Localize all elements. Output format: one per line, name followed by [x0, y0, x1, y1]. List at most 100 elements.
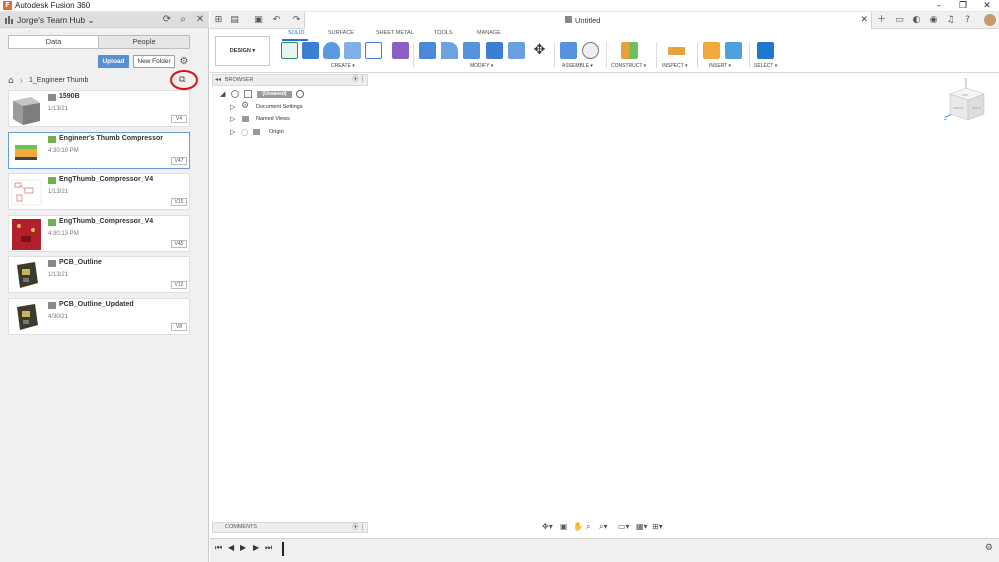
create-sketch-icon[interactable] — [281, 42, 298, 59]
display-settings-icon[interactable]: ▭▾ — [618, 521, 630, 533]
select-group-label[interactable]: SELECT ▾ — [754, 63, 777, 69]
tab-people[interactable]: People — [99, 36, 189, 48]
upload-button[interactable]: Upload — [98, 55, 129, 68]
breadcrumb-folder[interactable]: 1_Engineer Thumb — [29, 75, 88, 87]
close-window-button[interactable]: ✕ — [975, 0, 999, 12]
pan-hand-icon[interactable]: ✋ — [573, 521, 583, 533]
expand-triangle-icon[interactable]: ◢ — [220, 88, 225, 100]
redo-icon[interactable]: ↷ — [290, 14, 303, 27]
file-card[interactable]: 1590B 1/13/21 V4 — [8, 90, 190, 127]
expand-triangle-icon[interactable]: ▷ — [230, 126, 235, 138]
insert-derive-icon[interactable] — [703, 42, 720, 59]
close-panel-icon[interactable]: ✕ — [193, 13, 207, 27]
loft-icon[interactable] — [365, 42, 382, 59]
viewports-icon[interactable]: ⊞▾ — [652, 521, 663, 533]
joint-icon[interactable] — [582, 42, 599, 59]
tab-manage[interactable]: MANAGE — [477, 30, 501, 36]
insert-group-label[interactable]: INSERT ▾ — [709, 63, 731, 69]
tree-item-named-views[interactable]: ▷ Named Views — [218, 113, 368, 126]
new-tab-icon[interactable]: ＋ — [875, 14, 888, 27]
online-status-icon[interactable]: ◉ — [927, 14, 940, 27]
file-card[interactable]: EngThumb_Compressor_V4 1/13/21 V15 — [8, 173, 190, 211]
undo-icon[interactable]: ↶ — [270, 14, 283, 27]
comments-options-icon[interactable]: ⦿ ┆ — [352, 523, 364, 532]
minimize-button[interactable]: – — [927, 0, 951, 12]
step-forward-icon[interactable]: ▶ — [253, 543, 259, 552]
hidden-eye-icon[interactable] — [241, 128, 248, 136]
go-to-start-icon[interactable]: ⏮ — [215, 543, 222, 553]
timeline-marker[interactable] — [282, 542, 284, 556]
file-card[interactable]: Engineer's Thumb Compressor 4:30:19 PM V… — [8, 131, 190, 169]
go-to-end-icon[interactable]: ⏭ — [265, 543, 272, 553]
home-icon[interactable]: ⌂ — [8, 76, 14, 86]
file-menu-icon[interactable]: ▤ — [228, 14, 241, 27]
sweep-icon[interactable] — [344, 42, 361, 59]
extensions-icon[interactable]: ▭ — [893, 14, 906, 27]
view-cube[interactable]: Y Z TOP FRONT RIGHT — [944, 78, 989, 128]
version-badge[interactable]: V8 — [171, 322, 187, 331]
version-badge[interactable]: V15 — [171, 198, 187, 207]
search-icon[interactable]: ⌕ — [176, 13, 190, 27]
file-card[interactable]: EngThumb_Compressor_V4 4:30:13 PM V45 — [8, 214, 190, 252]
user-avatar[interactable] — [984, 14, 996, 26]
expand-triangle-icon[interactable]: ▷ — [230, 113, 235, 125]
apps-grid-icon[interactable]: ⊞ — [212, 14, 225, 27]
form-icon[interactable] — [392, 42, 409, 59]
new-project-icon[interactable]: ⧉ — [179, 75, 185, 85]
orbit-icon[interactable]: ✥▾ — [542, 521, 553, 533]
construct-group-label[interactable]: CONSTRUCT ▾ — [611, 63, 646, 69]
tab-sheet-metal[interactable]: SHEET METAL — [376, 30, 414, 36]
job-status-icon[interactable]: ◐ — [910, 14, 923, 27]
hub-grid-icon[interactable] — [5, 16, 13, 24]
tab-tools[interactable]: TOOLS — [434, 30, 453, 36]
workspace-switcher[interactable]: DESIGN ▾ — [215, 36, 270, 66]
notifications-icon[interactable]: ♫ — [944, 14, 957, 27]
maximize-button[interactable]: ❐ — [951, 0, 975, 12]
activate-icon[interactable] — [296, 90, 304, 98]
modify-group-label[interactable]: MODIFY ▾ — [470, 63, 493, 69]
shell-icon[interactable] — [486, 42, 503, 59]
browser-options-icon[interactable]: ⦿ ┆ — [352, 75, 364, 85]
tab-solid[interactable]: SOLID — [288, 30, 305, 36]
new-component-icon[interactable] — [560, 42, 577, 59]
tab-surface[interactable]: SURFACE — [328, 30, 354, 36]
tab-data[interactable]: Data — [9, 36, 99, 48]
offset-plane-icon[interactable] — [621, 42, 638, 59]
fit-zoom-icon[interactable]: ⌕▾ — [599, 521, 608, 533]
grid-settings-icon[interactable]: ▦▾ — [636, 521, 648, 533]
look-at-icon[interactable]: ▣ — [560, 521, 568, 533]
combine-icon[interactable] — [508, 42, 525, 59]
move-icon[interactable]: ✥ — [531, 42, 548, 59]
file-card[interactable]: PCB_Outline 1/13/21 V12 — [8, 256, 190, 294]
press-pull-icon[interactable] — [419, 42, 436, 59]
tree-item-document-settings[interactable]: ▷ ⚙ Document Settings — [218, 101, 368, 114]
version-badge[interactable]: V45 — [171, 239, 187, 248]
comments-bar[interactable]: COMMENTS ⦿ ┆ — [212, 522, 368, 533]
version-badge[interactable]: V47 — [171, 156, 187, 165]
new-folder-button[interactable]: New Folder — [133, 55, 175, 68]
assemble-group-label[interactable]: ASSEMBLE ▾ — [562, 63, 593, 69]
zoom-icon[interactable]: ⌕ — [586, 521, 590, 533]
collapse-browser-icon[interactable]: ◂◂ — [215, 75, 221, 85]
fillet-icon[interactable] — [441, 42, 458, 59]
select-icon[interactable] — [757, 42, 774, 59]
revolve-icon[interactable] — [323, 42, 340, 59]
tree-item-origin[interactable]: ▷ Origin — [218, 126, 368, 139]
refresh-icon[interactable]: ⟳ — [160, 13, 174, 27]
hub-name-dropdown[interactable]: Jorge's Team Hub ⌄ — [17, 12, 95, 28]
document-tab[interactable]: Untitled ✕ — [304, 12, 872, 29]
version-badge[interactable]: V12 — [171, 281, 187, 290]
chamfer-icon[interactable] — [463, 42, 480, 59]
help-icon[interactable]: ? — [961, 14, 974, 27]
visibility-eye-icon[interactable] — [231, 90, 239, 98]
file-card[interactable]: PCB_Outline_Updated 4/30/21 V8 — [8, 297, 190, 335]
canvas-icon[interactable] — [725, 42, 742, 59]
play-icon[interactable]: ▶ — [240, 543, 246, 552]
step-back-icon[interactable]: ◀ — [228, 543, 234, 552]
inspect-group-label[interactable]: INSPECT ▾ — [662, 63, 687, 69]
timeline-settings-icon[interactable]: ⚙ — [985, 543, 993, 553]
close-tab-icon[interactable]: ✕ — [860, 12, 868, 29]
save-icon[interactable]: ▣ — [252, 14, 265, 27]
measure-icon[interactable] — [668, 47, 685, 55]
version-badge[interactable]: V4 — [171, 115, 187, 123]
